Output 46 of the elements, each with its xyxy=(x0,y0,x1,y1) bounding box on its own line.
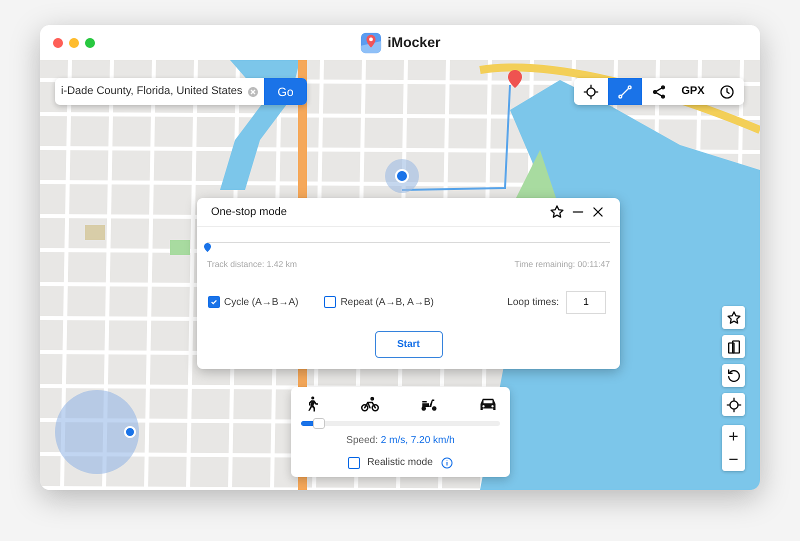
zoom-out-button[interactable]: − xyxy=(722,448,745,471)
checkbox[interactable] xyxy=(208,296,220,308)
time-remaining: Time remaining: 00:11:47 xyxy=(514,258,610,271)
start-button[interactable]: Start xyxy=(374,330,442,358)
realistic-mode-label: Realistic mode xyxy=(367,456,433,470)
crosshair-icon xyxy=(583,84,599,100)
loop-times-field[interactable]: 1 xyxy=(566,290,606,314)
share-icon xyxy=(651,84,667,100)
star-icon xyxy=(726,310,742,326)
locate-button[interactable] xyxy=(574,78,608,105)
city-block xyxy=(85,225,105,240)
locate-button[interactable] xyxy=(722,393,745,416)
option-label: Repeat (A→B, A→B) xyxy=(340,296,434,310)
speed-label: Speed: xyxy=(346,435,378,446)
app-logo-icon xyxy=(360,32,382,54)
go-button[interactable]: Go xyxy=(264,78,307,105)
info-icon[interactable] xyxy=(440,456,453,468)
speed-slider[interactable] xyxy=(301,421,500,426)
checkbox[interactable] xyxy=(324,296,336,308)
window-title: iMocker xyxy=(388,33,440,52)
loop-times-label: Loop times: xyxy=(507,296,559,310)
crosshair-icon xyxy=(726,396,742,412)
cyclist-icon xyxy=(360,395,380,413)
checkmark-icon xyxy=(210,298,218,306)
route-button[interactable] xyxy=(608,78,642,105)
clock-icon xyxy=(719,84,735,100)
reset-icon xyxy=(726,368,742,384)
slider-handle[interactable] xyxy=(312,418,325,429)
phone-icon xyxy=(726,338,742,354)
speed-value: 2 m/s, 7.20 km/h xyxy=(380,435,455,446)
park-area xyxy=(170,240,190,255)
zoom-in-button[interactable]: + xyxy=(722,425,745,448)
destination-pin xyxy=(508,70,522,88)
route-icon xyxy=(617,84,633,100)
history-button[interactable] xyxy=(710,78,744,105)
dialog-title: One-stop mode xyxy=(211,204,288,220)
reset-button[interactable] xyxy=(722,364,745,387)
share-button[interactable] xyxy=(642,78,676,105)
favorite-button[interactable] xyxy=(722,306,745,329)
device-button[interactable] xyxy=(722,335,745,358)
track-distance: Track distance: 1.42 km xyxy=(207,258,297,271)
gpx-button[interactable]: GPX xyxy=(676,78,710,105)
option-label: Cycle (A→B→A) xyxy=(224,296,298,310)
close-icon xyxy=(591,205,605,219)
checkbox[interactable] xyxy=(348,456,360,468)
star-icon xyxy=(549,204,565,220)
